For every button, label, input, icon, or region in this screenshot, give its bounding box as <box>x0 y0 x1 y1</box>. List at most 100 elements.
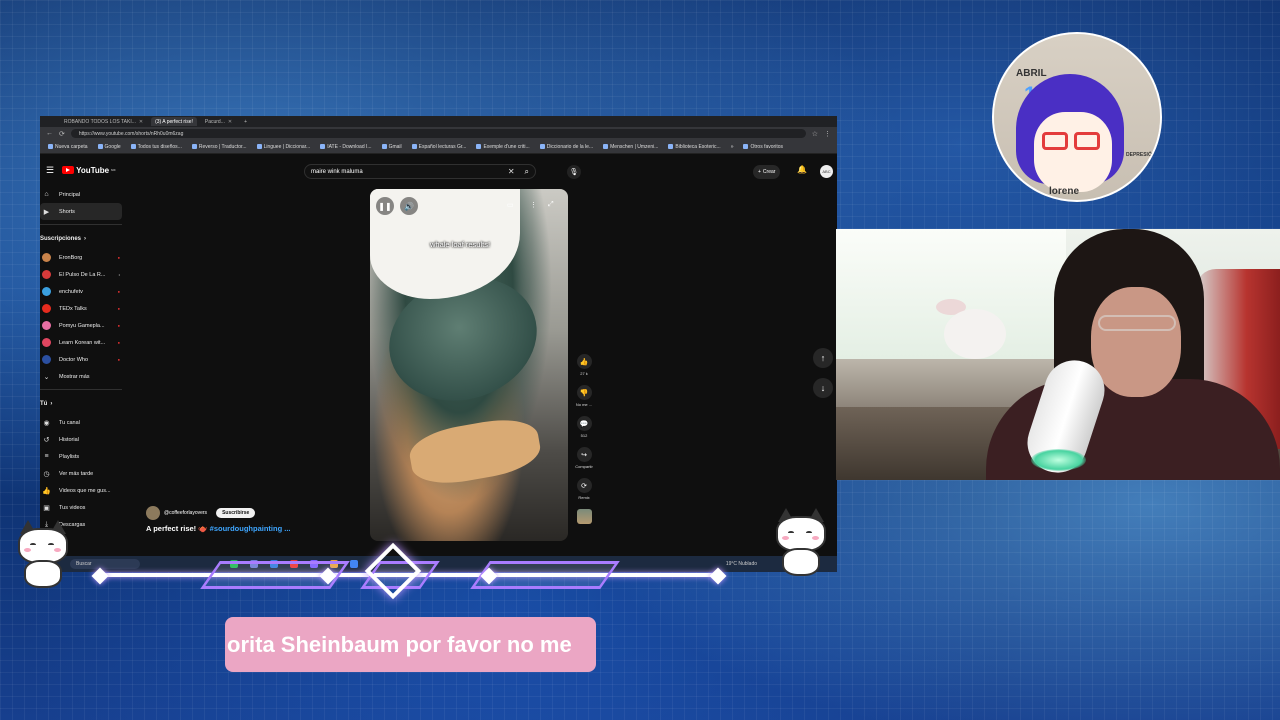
bookmark[interactable]: Biblioteca Esoteric... <box>668 144 721 150</box>
hamburger-menu-icon[interactable]: ☰ <box>46 165 54 176</box>
cat-blush <box>782 536 789 540</box>
next-short-button[interactable]: ↓ <box>813 378 833 398</box>
search-icon[interactable]: ⌕ <box>525 167 529 177</box>
hashtag-link[interactable]: #sourdoughpainting ... <box>210 524 291 533</box>
short-actions: 👍 27 k 👎 No me ... 💬 512 ↪ Compartir ⟳ Remix <box>573 354 595 533</box>
share-action[interactable]: ↪ Compartir <box>573 447 595 469</box>
comments-action[interactable]: 💬 512 <box>573 416 595 438</box>
sidebar-subscription[interactable]: Doctor Who ● <box>40 351 126 368</box>
search-input[interactable]: maire wink maluma <box>311 169 508 175</box>
channel-avatar <box>42 355 51 364</box>
bookmark[interactable]: Gmail <box>381 144 402 150</box>
like-action[interactable]: 👍 27 k <box>573 354 595 376</box>
bookmarks-bar: Nueva carpeta Google Todos tus diseños..… <box>40 140 837 154</box>
audio-thumbnail[interactable] <box>576 509 592 524</box>
clear-icon[interactable]: ✕ <box>508 167 515 176</box>
playlist-icon: ≡ <box>44 453 49 460</box>
channel-name[interactable]: @coffeeforlayovers <box>164 510 207 516</box>
cat-body <box>782 548 820 576</box>
sound-thumbnail[interactable] <box>573 509 595 524</box>
share-icon[interactable]: ↪ <box>576 447 592 462</box>
sidebar-item-label: TEDx Talks <box>59 305 87 312</box>
more-options-icon[interactable]: ⋮ <box>530 201 537 209</box>
url-field[interactable]: https://www.youtube.com/shorts/nRh0u0m6z… <box>70 129 806 138</box>
diamond-icon <box>709 567 727 585</box>
tab-1[interactable]: ROBANDO TODOS LOS TAKI... ✕ <box>60 117 147 126</box>
sidebar-subscription[interactable]: Pomyu Gamepla... ● <box>40 317 126 334</box>
sidebar-item-principal[interactable]: ⌂ Principal <box>40 186 126 203</box>
remix-action[interactable]: ⟳ Remix <box>573 478 595 500</box>
bookmark[interactable]: Linguee | Diccionar... <box>256 144 310 150</box>
sidebar-subscription[interactable]: El Pulso De La R... • <box>40 266 126 283</box>
subscribe-button[interactable]: Suscribirse <box>216 508 256 518</box>
subscriptions-header[interactable]: Suscripciones › <box>40 229 126 249</box>
youtube-logo[interactable]: YouTube MX <box>62 166 116 175</box>
sidebar-subscription[interactable]: EronBorg ● <box>40 249 126 266</box>
dislike-action[interactable]: 👎 No me ... <box>573 385 595 407</box>
new-tab-button[interactable]: + <box>240 117 251 126</box>
sidebar-item-ver-mas-tarde[interactable]: ◷ Ver más tarde <box>40 465 126 482</box>
back-icon[interactable]: ← <box>46 130 53 137</box>
bookmark[interactable]: Diccionario de la le... <box>539 144 593 150</box>
mic-button[interactable]: 🎙 <box>567 165 581 179</box>
bookmark[interactable]: Menschen | Umzeni... <box>603 144 658 150</box>
weather-widget[interactable]: 19°C Nublado <box>726 561 757 567</box>
sidebar-item-shorts[interactable]: ▶ Shorts <box>40 203 122 220</box>
volume-button[interactable]: 🔊 <box>400 197 418 215</box>
cat-eye <box>806 531 812 534</box>
thumbs-up-icon[interactable]: 👍 <box>576 354 592 369</box>
sidebar-item-liked-videos[interactable]: 👍 Videos que me gus... <box>40 482 126 499</box>
sidebar-subscription[interactable]: TEDx Talks ● <box>40 300 126 317</box>
reload-icon[interactable]: ⟳ <box>59 130 65 138</box>
sidebar-subscription[interactable]: enchufetv ● <box>40 283 126 300</box>
other-bookmarks[interactable]: Otros favoritos <box>743 144 783 150</box>
sidebar-item-tu-canal[interactable]: ◉ Tu canal <box>40 414 126 431</box>
comment-icon[interactable]: 💬 <box>576 416 592 431</box>
bell-icon[interactable]: 🔔 <box>797 165 807 174</box>
short-video-player[interactable]: ❚❚ 🔊 ▭ ⋮ ⤢ whale loaf results! <box>370 189 568 541</box>
video-overlay-text: whale loaf results! <box>430 240 491 249</box>
sidebar-item-playlists[interactable]: ≡ Playlists <box>40 448 126 465</box>
plus-icon: + <box>244 118 248 125</box>
sidebar-subscription[interactable]: Learn Korean wit... ● <box>40 334 126 351</box>
tab-3[interactable]: Pacurd... ✕ <box>201 117 236 126</box>
menu-dots-icon[interactable]: ⋮ <box>824 130 831 138</box>
tab-2-active[interactable]: (3) A perfect rise! <box>151 117 197 126</box>
you-header[interactable]: Tú › <box>40 394 126 414</box>
sidebar-item-historial[interactable]: ↺ Historial <box>40 431 126 448</box>
bookmark[interactable]: Reverso | Traductor... <box>191 143 247 150</box>
account-avatar[interactable]: ABC <box>820 165 833 178</box>
badge-glasses-right <box>1074 132 1100 150</box>
close-icon[interactable]: ✕ <box>139 119 143 125</box>
bookmark-label: Reverso | Traductor... <box>198 143 247 150</box>
fullscreen-icon[interactable]: ⤢ <box>548 201 554 209</box>
arrow-down-icon: ↓ <box>820 383 826 393</box>
show-more-button[interactable]: ⌄ Mostrar más <box>40 368 126 385</box>
pause-button[interactable]: ❚❚ <box>376 197 394 215</box>
previous-short-button[interactable]: ↑ <box>813 348 833 368</box>
webcam-glasses <box>1098 315 1176 331</box>
badge-name: lorene <box>1049 186 1080 197</box>
sidebar-item-label: Mostrar más <box>59 373 90 380</box>
bookmark[interactable]: Google <box>97 144 121 150</box>
bookmarks-overflow[interactable]: » <box>731 144 734 150</box>
create-button[interactable]: + Crear <box>753 165 781 179</box>
dislike-label: No me ... <box>575 402 593 407</box>
video-frame-bread <box>406 413 544 490</box>
bookmark[interactable]: Español lecturas Gr... <box>411 144 466 150</box>
close-icon[interactable]: ✕ <box>228 119 232 125</box>
bookmark[interactable]: Nueva carpeta <box>48 144 88 150</box>
bookmark[interactable]: Exemple d'une criti... <box>476 144 530 150</box>
thumbs-down-icon[interactable]: 👎 <box>576 385 592 400</box>
star-icon[interactable]: ☆ <box>812 130 818 138</box>
sidebar-item-tus-videos[interactable]: ▣ Tus videos <box>40 499 126 516</box>
bookmark[interactable]: Todos tus diseños... <box>130 144 182 150</box>
tab-bar: ROBANDO TODOS LOS TAKI... ✕ (3) A perfect… <box>40 116 837 127</box>
captions-icon[interactable]: ▭ <box>507 201 514 209</box>
remix-icon[interactable]: ⟳ <box>576 478 592 493</box>
tab-label: ROBANDO TODOS LOS TAKI... <box>64 118 136 125</box>
channel-avatar[interactable] <box>146 506 160 520</box>
short-title[interactable]: A perfect rise! 🫖 #sourdoughpainting ... <box>146 524 291 533</box>
search-box[interactable]: maire wink maluma ✕ ⌕ <box>304 164 536 179</box>
bookmark[interactable]: IATE - Download I... <box>320 144 372 150</box>
